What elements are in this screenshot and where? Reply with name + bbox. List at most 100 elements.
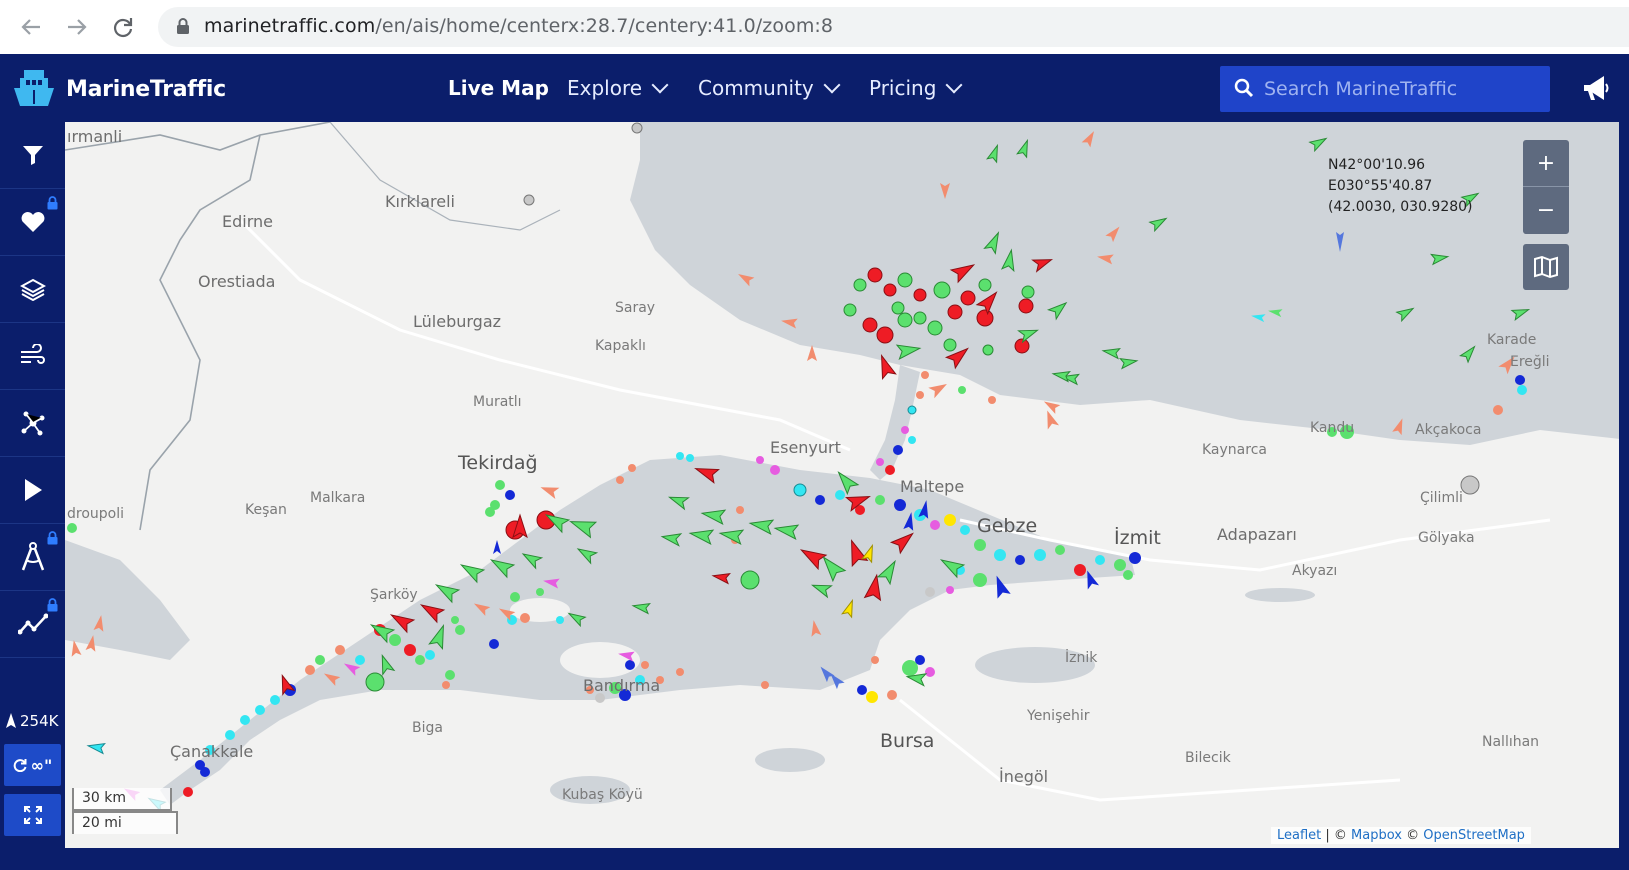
place-label: Kandu	[1310, 420, 1355, 436]
measure-distance-button[interactable]	[0, 524, 65, 591]
highway	[899, 698, 1401, 802]
place-label: Bandırma	[583, 676, 661, 695]
place-label: Yenişehir	[1027, 708, 1090, 724]
site-header: MarineTraffic Live Map Explore Community…	[0, 54, 1629, 122]
refresh-icon	[13, 759, 27, 772]
ship-icon	[6, 713, 16, 728]
place-label: Lüleburgaz	[413, 312, 502, 331]
place-label: Çilimli	[1420, 490, 1463, 506]
map-attribution: Leaflet | © Mapbox © OpenStreetMap	[1271, 827, 1531, 844]
scale-mi: 20 mi	[72, 811, 178, 834]
filters-button[interactable]	[0, 122, 65, 189]
nav-community-label: Community	[698, 76, 814, 100]
leaflet-link[interactable]: Leaflet	[1277, 828, 1321, 843]
lake-uluabat	[755, 748, 825, 772]
place-label: Kırklareli	[385, 192, 455, 211]
zoom-in-button[interactable]: +	[1523, 140, 1569, 187]
playback-button[interactable]	[0, 457, 65, 524]
nav-pricing[interactable]: Pricing	[869, 76, 963, 100]
nav-explore[interactable]: Explore	[567, 76, 669, 100]
latitude-readout: N42°00'10.96	[1328, 157, 1426, 173]
place-label: Karade	[1487, 332, 1537, 348]
scale-km: 30 km	[72, 788, 172, 811]
logo-text: MarineTraffic	[66, 76, 226, 102]
place-label: Biga	[412, 720, 443, 736]
routes-button[interactable]	[0, 390, 65, 457]
refresh-label: ∞"	[30, 755, 53, 775]
fullscreen-icon	[23, 806, 42, 824]
weather-button[interactable]	[0, 323, 65, 390]
url-path: /en/ais/home/centerx:28.7/centery:41.0/z…	[375, 15, 834, 37]
lock-icon	[47, 531, 58, 545]
forward-button[interactable]	[60, 10, 94, 44]
lock-icon	[177, 18, 189, 34]
place-label: Kapaklı	[595, 338, 646, 354]
layers-icon	[19, 278, 46, 301]
border	[329, 122, 561, 231]
lock-icon	[47, 196, 58, 210]
nav-live-map-label: Live Map	[448, 76, 549, 100]
port-marker	[631, 122, 643, 134]
browser-toolbar: marinetraffic.com/en/ais/home/centerx:28…	[0, 0, 1629, 55]
kapidag-peninsula	[560, 642, 640, 678]
mapbox-link[interactable]: Mapbox	[1351, 828, 1402, 843]
voyage-planner-button[interactable]	[0, 591, 65, 658]
cursor-coordinates: N42°00'10.96 E030°55'40.87 (42.0030, 030…	[1328, 155, 1473, 218]
place-label: Çanakkale	[170, 742, 254, 761]
filter-icon	[22, 146, 43, 165]
place-label: droupoli	[67, 506, 125, 522]
place-label: Kubaş Köyü	[562, 787, 643, 803]
map-canvas[interactable]	[65, 122, 1629, 848]
marinetraffic-logo[interactable]: MarineTraffic	[10, 66, 226, 112]
place-label: Nallıhan	[1482, 734, 1540, 750]
place-label: Edirne	[222, 212, 273, 231]
network-icon	[21, 411, 44, 436]
chevron-down-icon	[945, 76, 963, 94]
place-label: Gebze	[977, 515, 1038, 537]
place-label: Keşan	[245, 502, 287, 518]
place-label: Akyazı	[1292, 563, 1338, 579]
fullscreen-button[interactable]	[4, 794, 61, 836]
port-marker	[1460, 475, 1480, 495]
openstreetmap-link[interactable]: OpenStreetMap	[1423, 828, 1525, 843]
play-icon	[24, 479, 42, 501]
vessel-count: 254K	[6, 712, 58, 730]
nav-community[interactable]: Community	[698, 76, 841, 100]
right-edge-bar	[1619, 122, 1629, 870]
map-scale: 30 km 20 mi	[72, 788, 178, 834]
place-label: Ereğli	[1510, 354, 1550, 370]
nav-live-map[interactable]: Live Map	[448, 76, 549, 100]
address-bar[interactable]: marinetraffic.com/en/ais/home/centerx:28…	[158, 7, 1629, 47]
lock-icon	[47, 598, 58, 612]
chevron-down-icon	[823, 76, 841, 94]
megaphone-icon[interactable]	[1581, 73, 1611, 103]
search-input[interactable]: Search MarineTraffic	[1220, 66, 1550, 112]
zoom-out-button[interactable]: −	[1523, 187, 1569, 234]
place-label: Şarköy	[370, 587, 418, 603]
compass-icon	[21, 542, 44, 571]
auto-refresh-button[interactable]: ∞"	[4, 744, 61, 786]
place-label: İzmit	[1114, 527, 1161, 549]
url-text: marinetraffic.com/en/ais/home/centerx:28…	[204, 15, 833, 37]
country-border	[65, 122, 331, 531]
nav-explore-label: Explore	[567, 76, 643, 100]
place-label: Bursa	[880, 730, 935, 752]
gulf-of-saros	[65, 540, 190, 660]
search-placeholder: Search MarineTraffic	[1264, 78, 1458, 100]
port-marker	[523, 194, 535, 206]
map-layers-button[interactable]	[0, 256, 65, 323]
chart-line-icon	[17, 613, 48, 635]
nav-pricing-label: Pricing	[869, 76, 937, 100]
base-map-button[interactable]	[1523, 244, 1569, 290]
reload-button[interactable]	[106, 10, 140, 44]
live-map[interactable]: ırmanli Kırklareli Edirne Orestiada Lüle…	[65, 122, 1629, 848]
place-label: Bilecik	[1185, 750, 1231, 766]
place-label: İznik	[1065, 650, 1098, 666]
my-fleets-button[interactable]	[0, 189, 65, 256]
lake-sapanca	[1245, 588, 1315, 602]
decimal-coordinates: (42.0030, 030.9280)	[1328, 199, 1473, 215]
place-label: Kaynarca	[1202, 442, 1267, 458]
map-icon	[1534, 255, 1558, 279]
back-button[interactable]	[14, 10, 48, 44]
black-sea	[630, 122, 1629, 445]
